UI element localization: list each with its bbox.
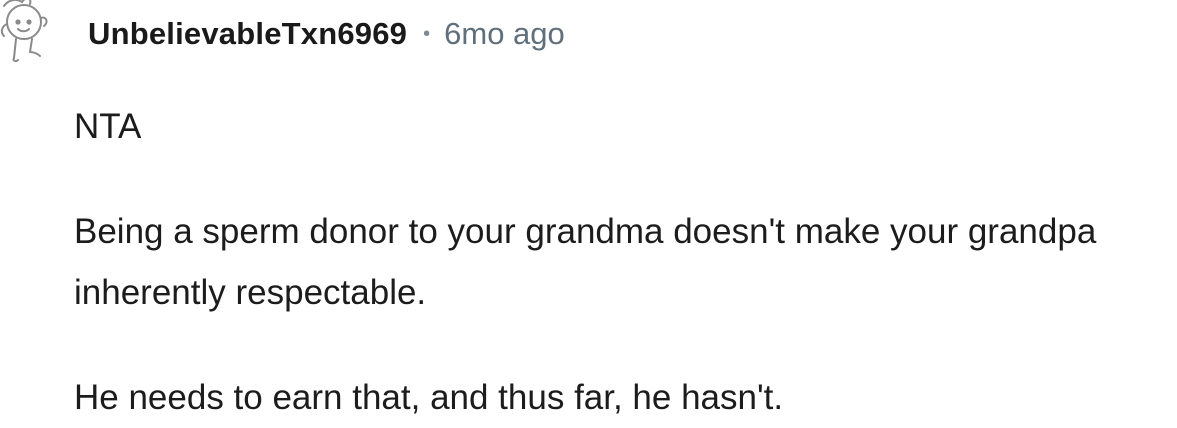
avatar[interactable] (0, 0, 52, 70)
snoo-avatar-icon (0, 0, 48, 63)
comment-header: UnbelievableTxn6969 • 6mo ago (88, 14, 565, 54)
comment-paragraph: NTA (74, 107, 142, 146)
comment-paragraph: Being a sperm donor to your grandma does… (74, 212, 1097, 312)
username-link[interactable]: UnbelievableTxn6969 (88, 16, 407, 52)
timestamp[interactable]: 6mo ago (444, 16, 565, 52)
comment-body: NTA Being a sperm donor to your grandma … (74, 96, 1174, 428)
comment-paragraph: He needs to earn that, and thus far, he … (74, 378, 784, 417)
meta-separator: • (423, 22, 431, 45)
